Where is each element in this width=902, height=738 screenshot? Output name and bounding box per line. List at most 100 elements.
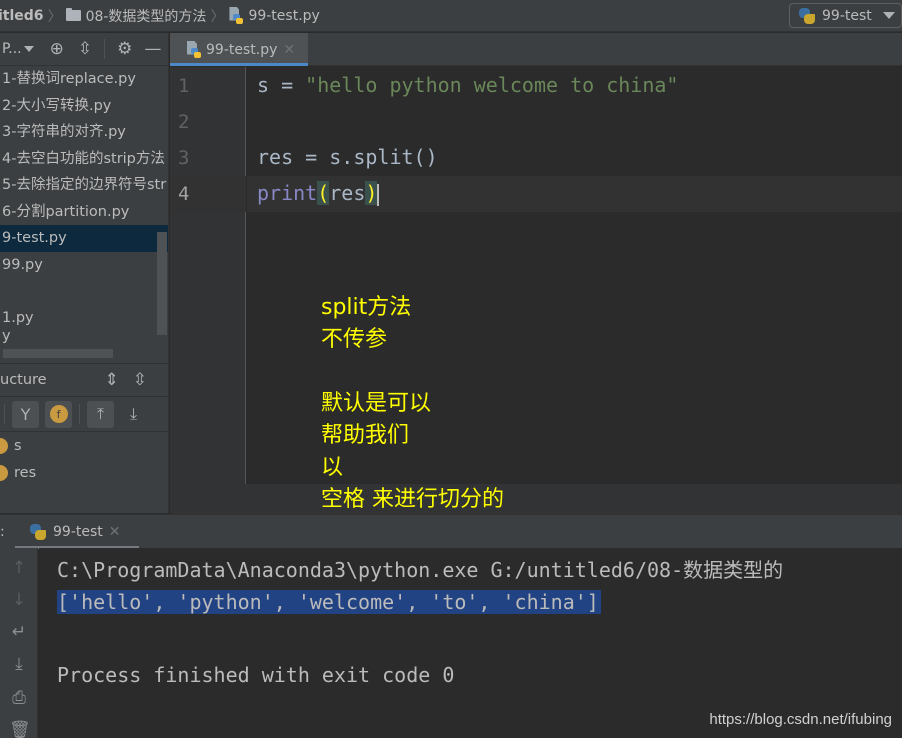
hierarchy-icon: Y [20,404,31,424]
arrow-down-icon[interactable]: ↓ [9,590,29,610]
autoscroll-to-source-button[interactable]: ⤒ [87,400,114,428]
run-configuration-dropdown[interactable]: 99-test [789,3,902,28]
project-view-dropdown[interactable]: P... [2,41,34,57]
python-file-icon [228,6,244,25]
text-cursor [377,183,380,206]
show-fields-button[interactable]: f [45,400,72,428]
code-token: res [329,181,366,205]
project-file-tree: 1-替换词replace.py 2-大小写转换.py 3-字符串的对齐.py 4… [0,66,168,356]
matched-brace: ) [365,181,378,205]
chevron-down-icon [883,12,895,19]
close-icon[interactable]: ✕ [283,42,295,58]
annotation-line: 不传参 [321,327,388,352]
file-tree-item[interactable]: 4-去空白功能的strip方法 [0,146,168,173]
file-tree-item[interactable]: 1.py [0,305,168,332]
line-number: 3 [178,147,190,169]
arrow-up-icon: ⤒ [96,404,105,423]
editor-tab-99-test[interactable]: 99-test.py ✕ [170,33,308,66]
editor-tab-bar: 99-test.py ✕ [170,33,902,66]
annotation-line: 默认是可以 [321,391,432,416]
toolbar-divider [4,404,5,424]
breadcrumb-folder-label: 08-数据类型的方法 [85,8,207,25]
code-line-3: res = s.split() [257,145,438,169]
breadcrumb-file-label: 99-test.py [248,7,320,24]
structure-item-label: res [14,465,37,481]
annotation-line: 帮助我们 [321,423,410,448]
variable-icon [0,465,8,481]
breadcrumb-separator: 〉 [47,8,62,25]
autoscroll-from-source-button[interactable]: ⤓ [120,401,147,428]
chevron-down-icon [23,46,34,52]
collapse-all-icon[interactable]: ⇳ [133,368,147,392]
locate-icon[interactable]: ⊕ [50,37,64,61]
run-configuration-label: 99-test [822,7,872,24]
toolbar-divider [79,404,80,424]
file-tree-item-selected[interactable]: 9-test.py [0,225,168,252]
horizontal-scrollbar[interactable] [3,349,113,358]
python-file-icon [186,40,202,59]
python-icon [29,523,47,541]
arrow-up-icon[interactable]: ↑ [9,558,29,578]
run-panel-label: : [0,523,5,540]
console-output[interactable]: C:\ProgramData\Anaconda3\python.exe G:/u… [39,548,902,738]
file-tree-item[interactable]: 1-替换词replace.py [0,66,168,93]
breadcrumb-project[interactable]: itled6 [0,8,44,24]
file-tree-item[interactable]: 3-字符串的对齐.py [0,119,168,146]
file-tree-item[interactable]: 5-去除指定的边界符号str [0,172,168,199]
vertical-scrollbar[interactable] [157,232,167,335]
project-toolbar: P... ⊕ ⇳ ⚙ — [0,33,168,66]
arrow-down-icon: ⤓ [129,404,138,423]
line-number-gutter: 1 2 3 4 [170,67,246,484]
scroll-to-end-icon[interactable]: ⤓ [9,654,29,674]
structure-item[interactable]: s [0,433,22,459]
annotation-line: 以 [321,455,344,480]
annotation-line: 空格 来进行切分的 [321,487,504,512]
file-tree-item[interactable]: 99.py [0,252,168,279]
soft-wrap-icon[interactable]: ↵ [9,622,29,642]
watermark: https://blog.csdn.net/ifubing [709,711,892,728]
breadcrumb-separator: 〉 [210,8,225,25]
matched-brace: ( [317,181,330,205]
string-literal: "hello python welcome to china" [305,73,679,97]
gear-icon[interactable]: ⚙ [117,37,132,61]
code-token: res = s.split() [257,145,438,169]
console-line-selected: ['hello', 'python', 'welcome', 'to', 'ch… [57,590,601,614]
print-icon[interactable]: ⎙ [9,688,29,708]
file-tree-item[interactable]: 2-大小写转换.py [0,93,168,120]
structure-item[interactable]: res [0,460,36,486]
structure-title: ucture [0,372,47,388]
code-line-1: s = "hello python welcome to china" [257,73,678,97]
code-line-4: print(res) [257,181,380,206]
trash-icon[interactable]: 🗑 [9,720,31,738]
line-number: 1 [178,75,190,97]
code-token: s = [257,73,306,97]
file-tree-item[interactable]: y [0,331,168,345]
breadcrumb-file[interactable]: 99-test.py [228,6,320,25]
minimize-icon[interactable]: — [144,37,161,61]
show-inherited-button[interactable]: Y [12,400,39,428]
line-number: 4 [178,183,190,205]
annotation-line: split方法 [321,295,412,320]
structure-header: ucture ⇕ ⇳ [0,363,169,397]
line-number: 2 [178,111,190,133]
console-line: C:\ProgramData\Anaconda3\python.exe G:/u… [57,558,784,582]
breadcrumb-folder[interactable]: 08-数据类型的方法 [65,6,207,26]
toolbar-divider [104,39,106,59]
close-icon[interactable]: ✕ [109,524,121,540]
editor-bottom-strip [170,484,902,514]
structure-item-label: s [14,438,22,454]
folder-icon [65,8,81,21]
file-tree-item[interactable]: 6-分割partition.py [0,199,168,226]
editor-tab-label: 99-test.py [206,41,278,58]
variable-icon [0,438,8,454]
python-icon [798,7,816,25]
project-view-label: P... [2,41,22,57]
function-icon: f [49,405,68,423]
run-tab-99-test[interactable]: 99-test ✕ [15,515,139,549]
expand-all-icon[interactable]: ⇕ [105,368,119,392]
builtin-print: print [257,181,318,205]
run-panel-header: : 99-test ✕ [0,514,902,549]
run-toolbar: ↑ ↓ ↵ ⤓ ⎙ 🗑 [0,548,38,738]
collapse-all-icon[interactable]: ⇳ [78,37,92,61]
navigation-bar: itled6 〉 08-数据类型的方法 〉 99-test.py 99-test [0,0,902,32]
